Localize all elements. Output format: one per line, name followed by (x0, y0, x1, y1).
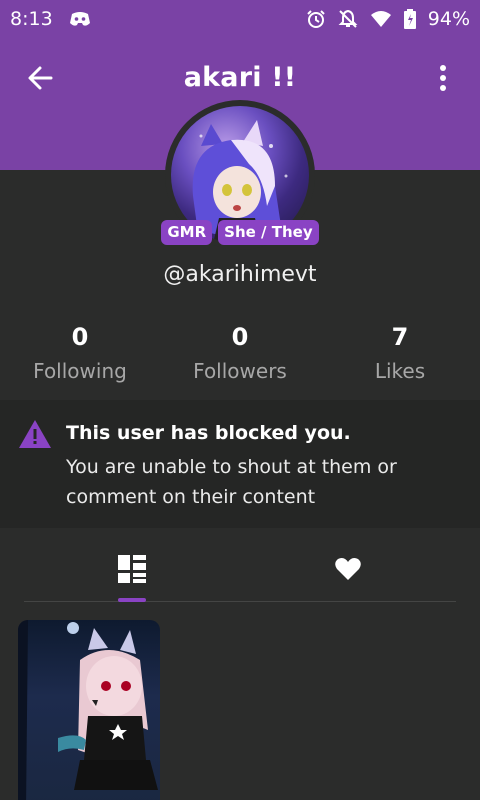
stat-value: 0 (231, 323, 249, 351)
wifi-icon (370, 10, 392, 28)
stat-label: Followers (193, 359, 287, 383)
content-tabs (24, 540, 456, 602)
profile-title: akari !! (183, 62, 297, 93)
stat-following[interactable]: 0 Following (0, 323, 160, 383)
heart-icon (335, 557, 361, 585)
alarm-icon (306, 9, 326, 29)
battery-icon (403, 9, 416, 29)
stat-value: 0 (71, 323, 89, 351)
badge-pronouns: She / They (218, 220, 319, 245)
tab-likes[interactable] (240, 540, 456, 601)
notifications-off-icon (338, 9, 358, 29)
stat-value: 7 (391, 323, 409, 351)
blocked-notice: This user has blocked you. You are unabl… (0, 400, 480, 528)
blocked-message: You are unable to shout at them or comme… (66, 456, 397, 508)
discord-icon (69, 11, 91, 27)
stat-followers[interactable]: 0 Followers (160, 323, 320, 383)
tab-posts[interactable] (24, 540, 240, 602)
post-thumbnail[interactable] (18, 620, 160, 800)
grid-icon (118, 554, 146, 587)
badge-gmr: GMR (161, 220, 213, 245)
stat-label: Likes (374, 359, 426, 383)
status-bar: 8:13 94% (0, 0, 480, 38)
stat-likes[interactable]: 7 Likes (320, 323, 480, 383)
more-options-button[interactable] (428, 62, 458, 98)
tab-selected-indicator (118, 598, 146, 602)
blocked-title: This user has blocked you. (66, 422, 351, 444)
user-handle: @akarihimevt (163, 262, 317, 287)
badge-row: GMR She / They (0, 220, 480, 245)
status-time: 8:13 (10, 8, 53, 30)
profile-screen: 8:13 94% akari !! GMR She / They @akarih… (0, 0, 480, 800)
more-vert-icon (439, 64, 447, 96)
warning-icon (18, 418, 52, 454)
stats-row: 0 Following 0 Followers 7 Likes (0, 323, 480, 383)
stat-label: Following (33, 359, 127, 383)
battery-percent: 94% (427, 8, 470, 30)
